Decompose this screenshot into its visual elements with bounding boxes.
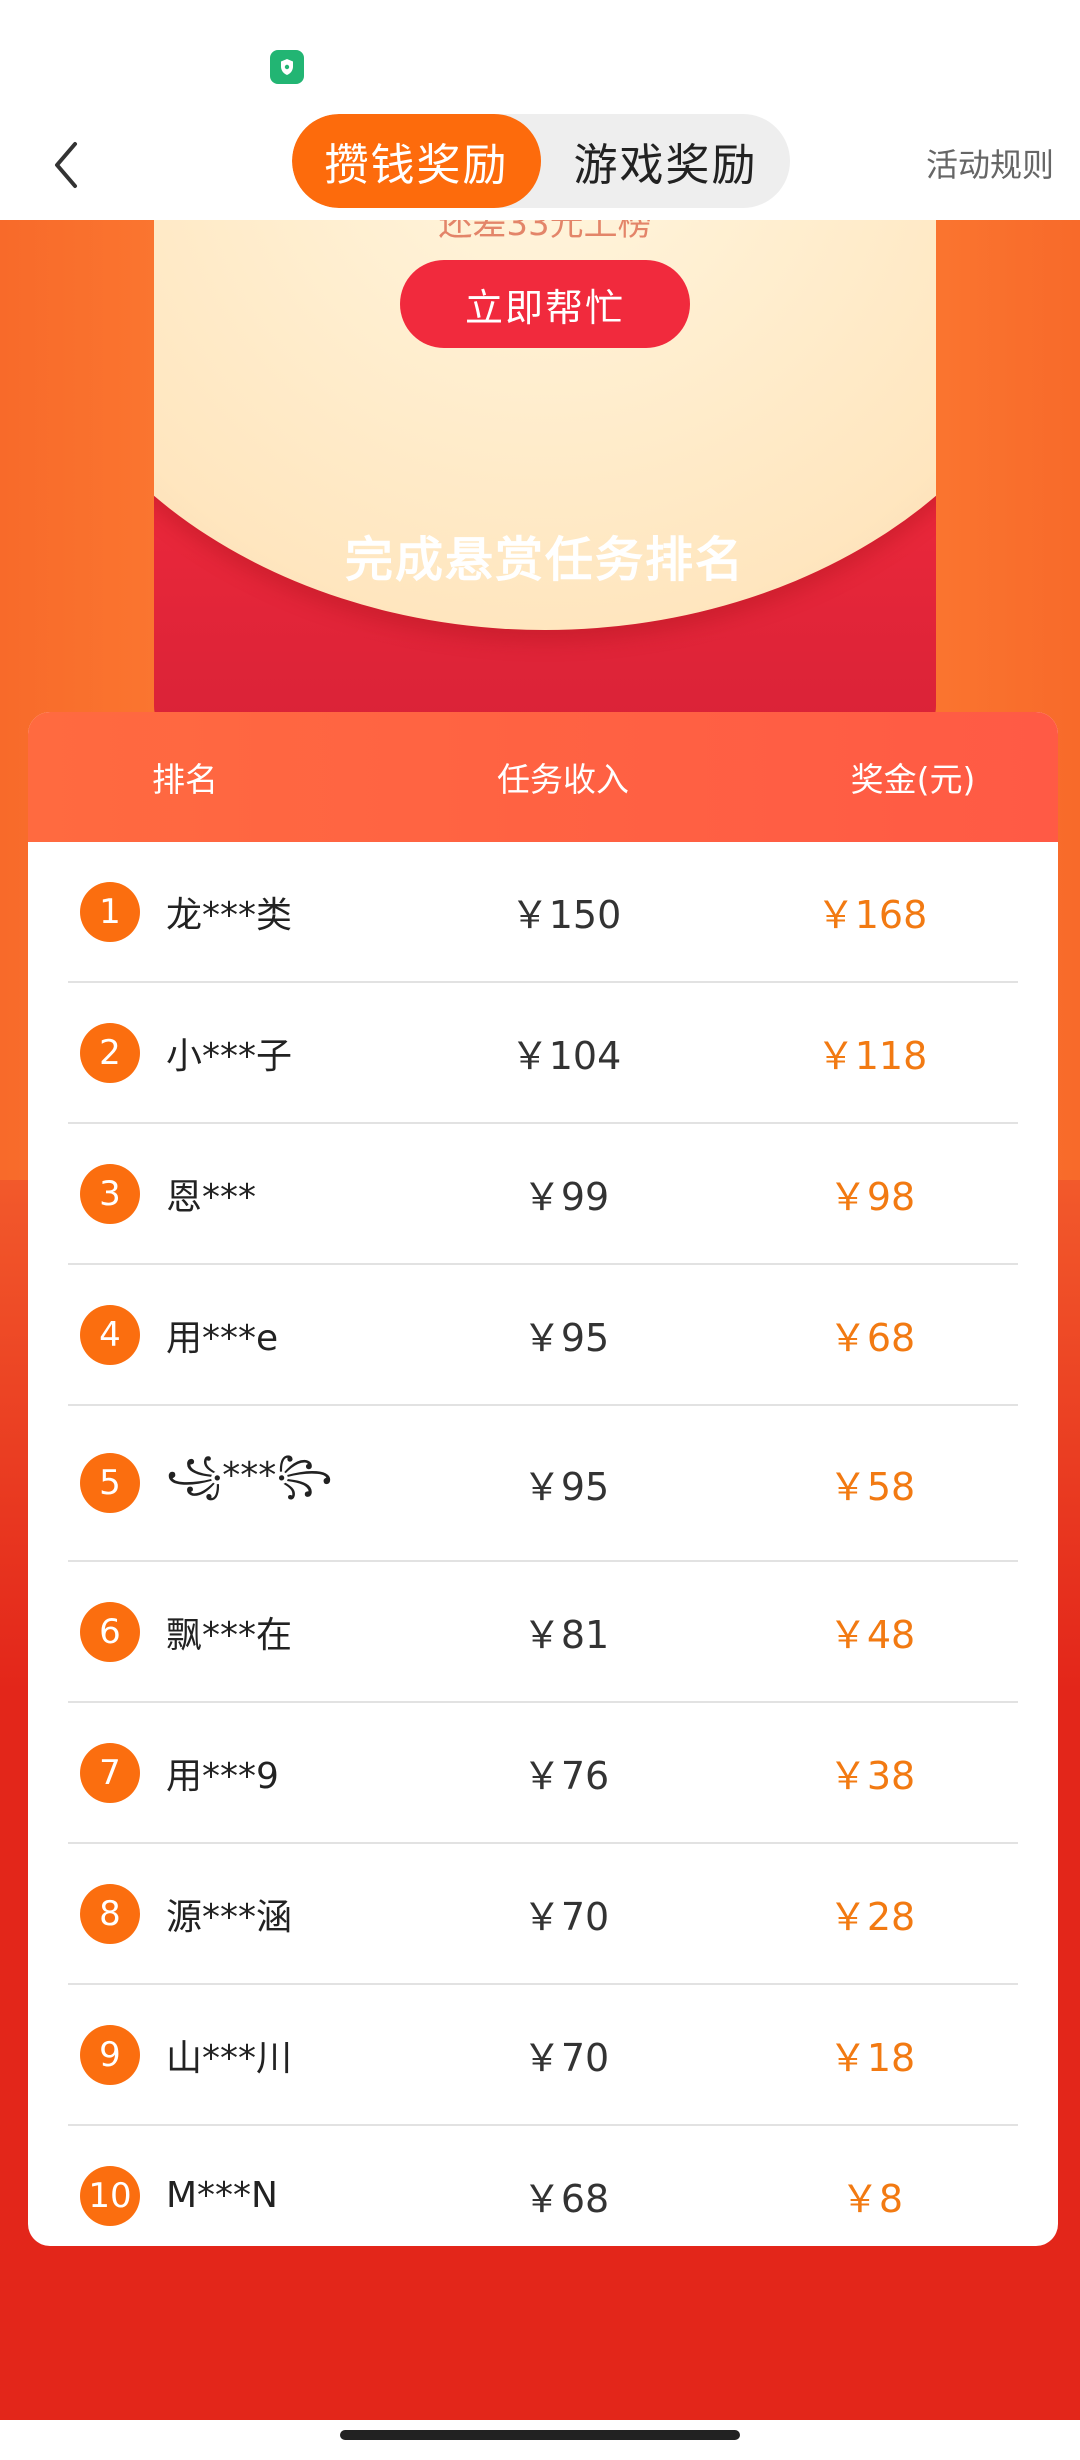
table-row: 6 飘***在 ￥81 ￥48: [68, 1562, 1018, 1703]
bonus-amount: ￥68: [828, 1316, 916, 1360]
table-row: 3 恩*** ￥99 ￥98: [68, 1124, 1018, 1265]
envelope-title: 完成悬赏任务排名: [344, 532, 745, 588]
bonus-amount: ￥18: [828, 2036, 916, 2080]
table-row: 1 龙***类 ￥150 ￥168: [68, 842, 1018, 983]
reward-tab-switch: 攒钱奖励 游戏奖励: [292, 114, 790, 208]
help-now-button[interactable]: 立即帮忙: [400, 260, 690, 348]
bonus-amount: ￥58: [828, 1464, 916, 1509]
task-income: ￥70: [522, 1895, 610, 1939]
task-income: ￥95: [522, 1316, 610, 1360]
user-name: 恩***: [166, 1176, 257, 1218]
activity-rules-link[interactable]: 活动规则: [926, 140, 1054, 186]
table-row: 5 ꧁***꧂ ￥95 ￥58: [68, 1406, 1018, 1562]
bottom-safe-area: [0, 2420, 1080, 2460]
rank-badge: 1: [80, 881, 140, 942]
user-name: 用***e: [166, 1317, 279, 1359]
task-income: ￥81: [522, 1613, 610, 1657]
task-income: ￥76: [522, 1754, 610, 1798]
home-indicator[interactable]: [340, 2430, 740, 2440]
table-row: 8 源***涵 ￥70 ￥28: [68, 1844, 1018, 1985]
envelope-hint-text: 还差33元上榜: [438, 220, 652, 244]
user-name: 小***子: [166, 1035, 293, 1077]
top-nav: 攒钱奖励 游戏奖励 活动规则: [0, 110, 1080, 220]
column-rank: 排名: [152, 760, 218, 799]
rank-badge: 5: [80, 1453, 140, 1513]
red-envelope-banner: 还差33元上榜 立即帮忙 完成悬赏任务排名: [154, 220, 936, 740]
rank-badge: 9: [80, 2024, 140, 2085]
table-row: 10 M***N ￥68 ￥8: [68, 2126, 1018, 2246]
column-bonus: 奖金(元): [850, 760, 976, 799]
back-button[interactable]: [36, 132, 96, 198]
tab-saving-reward[interactable]: 攒钱奖励: [292, 114, 541, 208]
rank-badge: 6: [80, 1601, 140, 1662]
task-income: ￥70: [522, 2036, 610, 2080]
user-name: M***N: [166, 2175, 278, 2216]
bonus-amount: ￥38: [828, 1754, 916, 1798]
table-row: 2 小***子 ￥104 ￥118: [68, 983, 1018, 1124]
bonus-amount: ￥98: [828, 1175, 916, 1219]
rank-badge: 7: [80, 1742, 140, 1803]
table-row: 7 用***9 ￥76 ￥38: [68, 1703, 1018, 1844]
bonus-amount: ￥8: [840, 2177, 904, 2221]
status-bar: [0, 0, 1080, 110]
rank-badge: 8: [80, 1883, 140, 1944]
rank-badge: 3: [80, 1163, 140, 1224]
ranking-card: 排名 任务收入 奖金(元) 1 龙***类 ￥150 ￥168 2 小***子 …: [28, 712, 1058, 2246]
chevron-left-icon: [55, 142, 77, 188]
bonus-amount: ￥168: [816, 893, 928, 937]
user-name: ꧁***꧂: [166, 1454, 333, 1496]
bonus-amount: ￥28: [828, 1895, 916, 1939]
bonus-amount: ￥48: [828, 1613, 916, 1657]
user-name: 飘***在: [166, 1614, 293, 1656]
shield-icon: [270, 50, 304, 84]
bonus-amount: ￥118: [816, 1034, 928, 1078]
user-name: 源***涵: [166, 1896, 293, 1938]
task-income: ￥95: [522, 1464, 610, 1509]
rank-badge: 2: [80, 1022, 140, 1083]
task-income: ￥104: [510, 1034, 622, 1078]
column-income: 任务收入: [497, 760, 629, 799]
task-income: ￥68: [522, 2177, 610, 2221]
task-income: ￥150: [510, 893, 622, 937]
table-row: 4 用***e ￥95 ￥68: [68, 1265, 1018, 1406]
table-row: 9 山***川 ￥70 ￥18: [68, 1985, 1018, 2126]
rank-badge: 10: [80, 2165, 140, 2226]
user-name: 山***川: [166, 2037, 293, 2079]
task-income: ￥99: [522, 1175, 610, 1219]
rank-badge: 4: [80, 1304, 140, 1365]
user-name: 用***9: [166, 1755, 279, 1797]
tab-game-reward[interactable]: 游戏奖励: [541, 114, 790, 208]
ranking-header: 排名 任务收入 奖金(元): [28, 712, 1058, 842]
user-name: 龙***类: [166, 894, 293, 936]
